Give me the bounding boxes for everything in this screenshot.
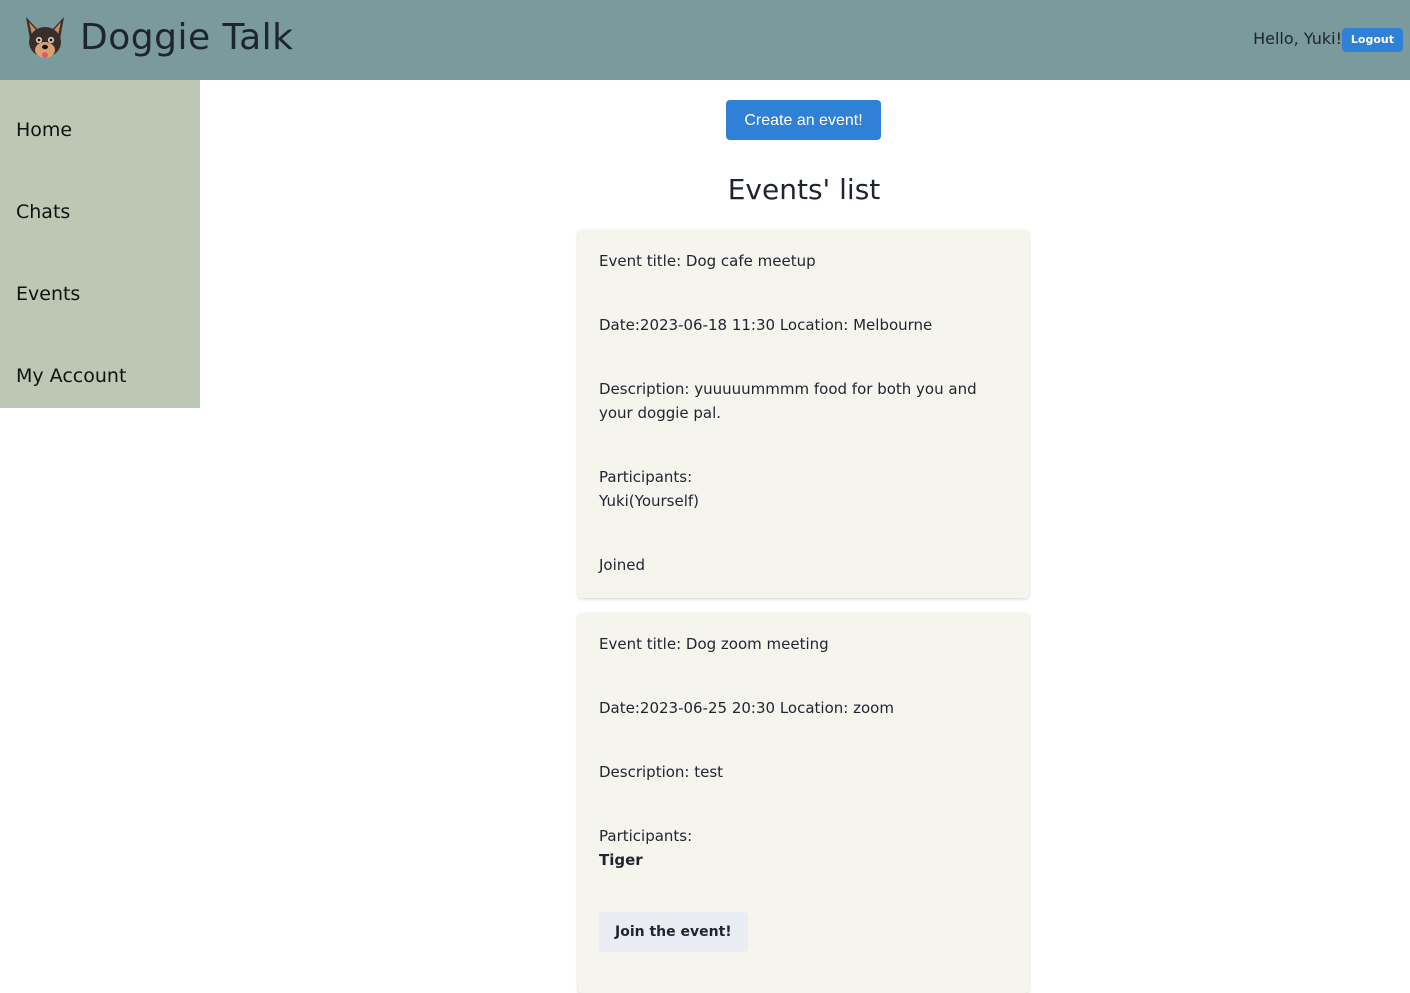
sidebar-nav: Home Chats Events My Account <box>0 80 200 408</box>
event-status: Joined <box>599 556 646 574</box>
sidebar-item-home[interactable]: Home <box>16 118 72 142</box>
event-description: Description: yuuuuummmm food for both yo… <box>599 380 977 422</box>
participant-name: Tiger <box>599 851 643 869</box>
sidebar-item-chats[interactable]: Chats <box>16 200 70 224</box>
logout-button[interactable]: Logout <box>1341 28 1403 52</box>
event-date-location: Date:2023-06-18 11:30 Location: Melbourn… <box>599 316 933 334</box>
event-date-location: Date:2023-06-25 20:30 Location: zoom <box>599 699 894 717</box>
dog-face-icon <box>26 17 64 58</box>
sidebar-item-my-account[interactable]: My Account <box>16 364 126 388</box>
event-description: Description: test <box>599 763 724 781</box>
event-card: Event title: Dog zoom meeting Date:2023-… <box>578 613 1029 993</box>
user-greeting: Hello, Yuki! <box>1253 29 1342 48</box>
top-header: Doggie Talk Hello, Yuki! Logout <box>0 0 1410 80</box>
event-title: Event title: Dog zoom meeting <box>599 635 829 653</box>
create-event-button[interactable]: Create an event! <box>726 100 881 140</box>
participants-label: Participants: <box>599 827 693 845</box>
events-list-title: Events' list <box>727 173 881 206</box>
brand-title: Doggie Talk <box>80 17 294 58</box>
event-title: Event title: Dog cafe meetup <box>599 252 816 270</box>
participants-label: Participants: <box>599 468 693 486</box>
sidebar-item-events[interactable]: Events <box>16 282 80 306</box>
event-card: Event title: Dog cafe meetup Date:2023-0… <box>578 230 1029 598</box>
join-event-button[interactable]: Join the event! <box>599 912 748 952</box>
participant-name: Yuki(Yourself) <box>599 492 700 510</box>
